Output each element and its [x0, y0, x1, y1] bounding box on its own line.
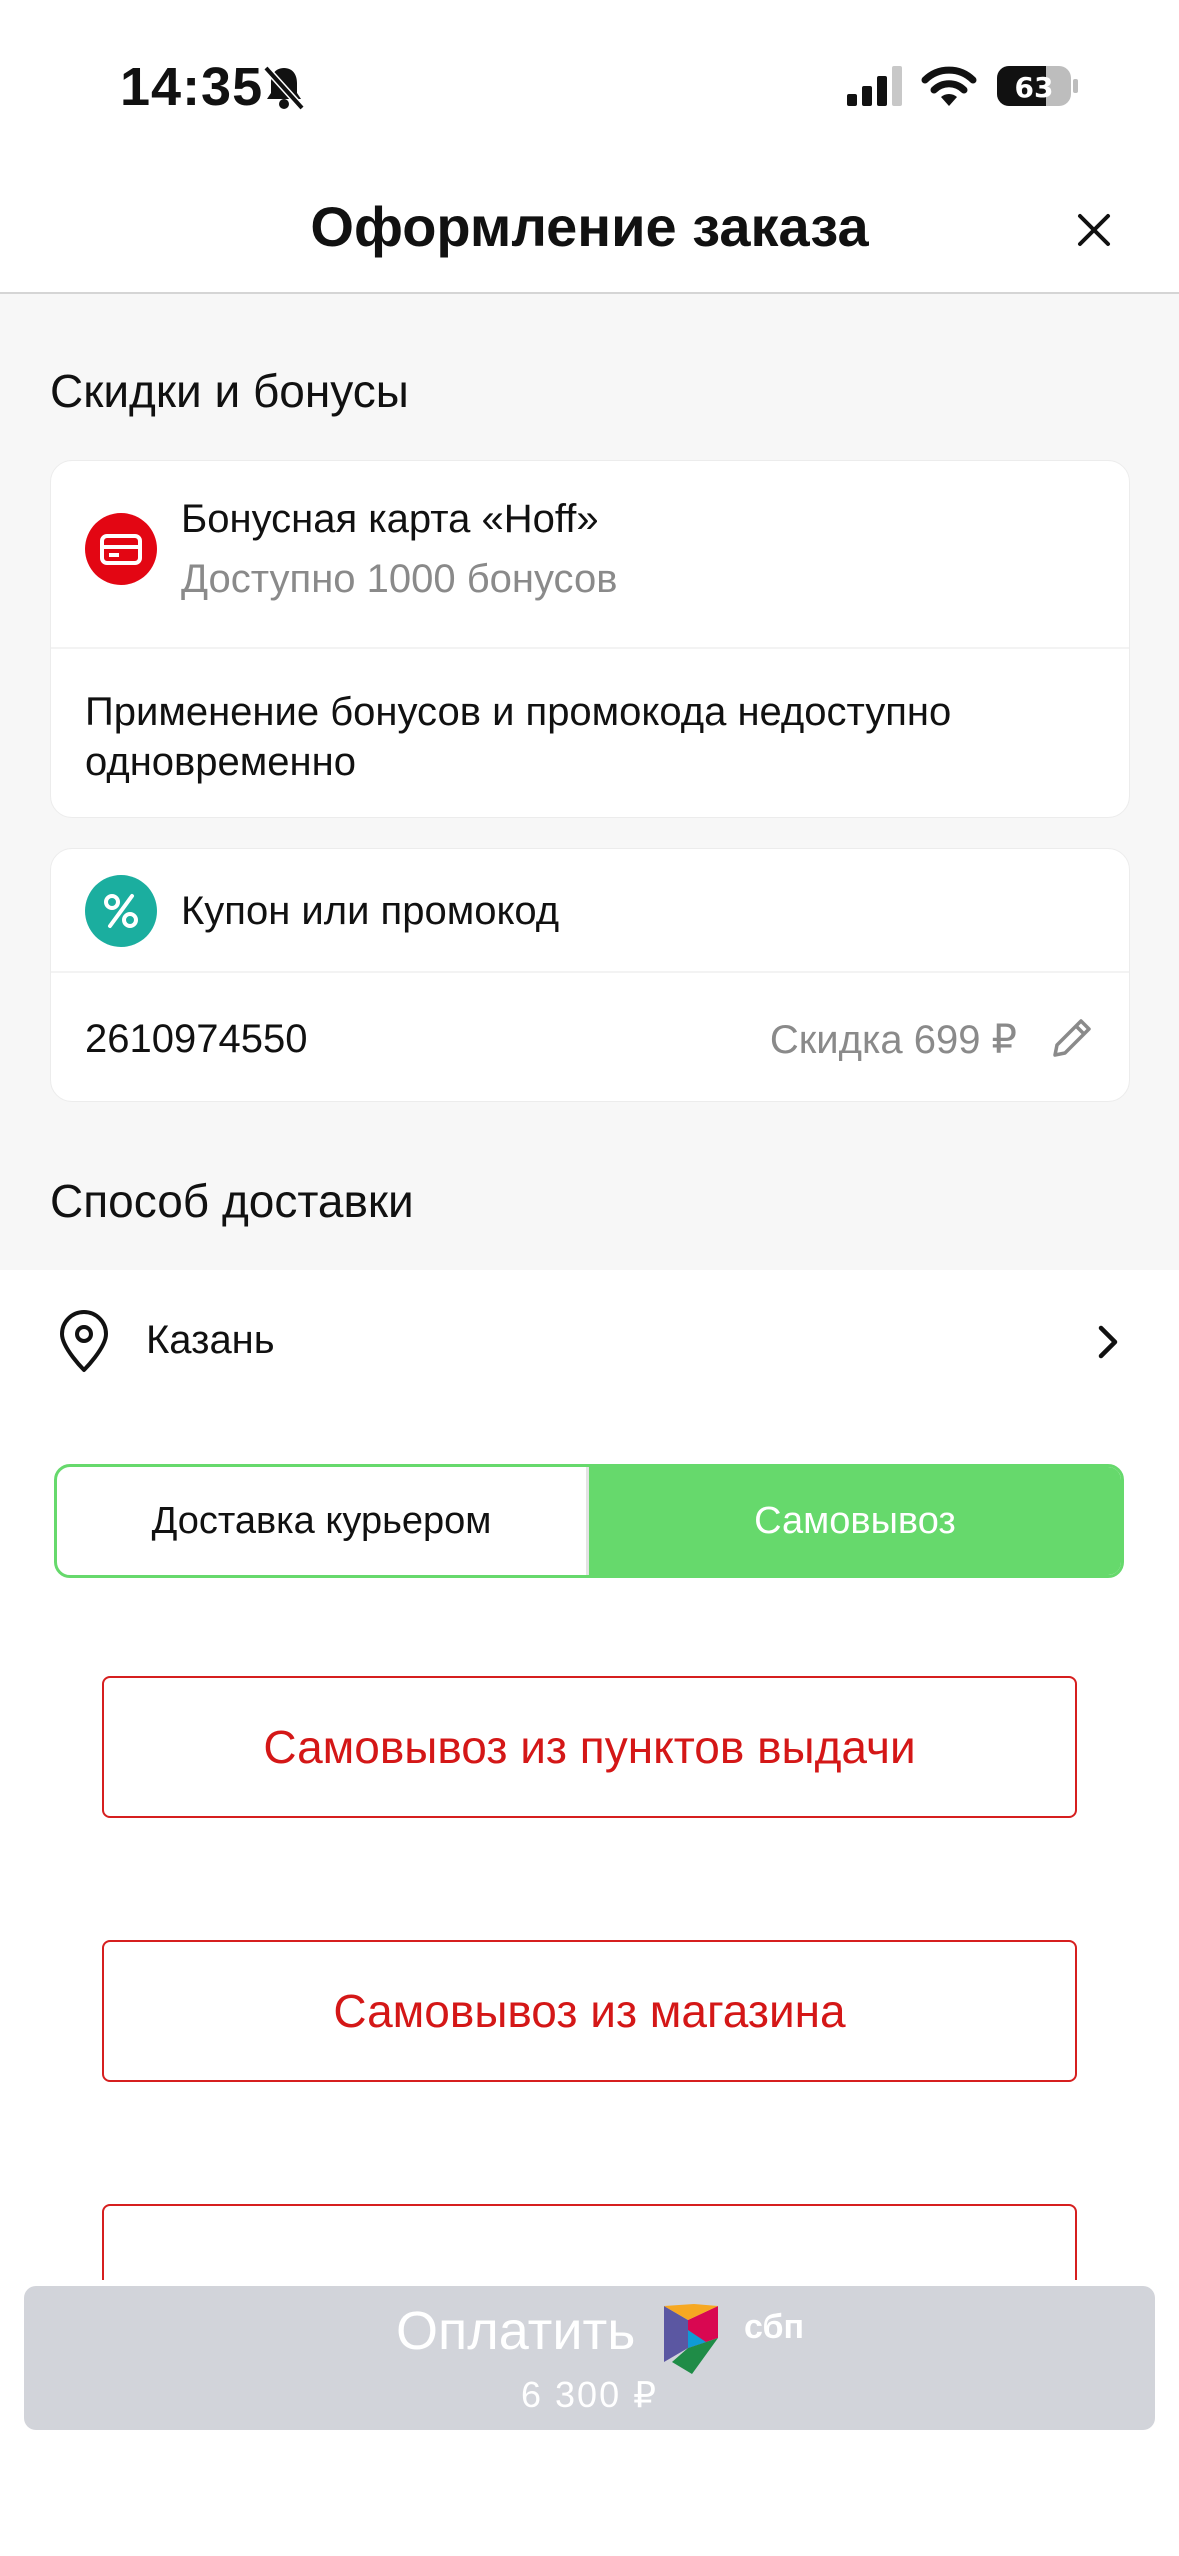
pickup-point-button[interactable]: Самовывоз из пунктов выдачи — [102, 1676, 1077, 1818]
status-bar: 14:35 63 — [0, 0, 1179, 170]
cellular-signal-icon — [847, 66, 902, 106]
pay-amount: 6 300 ₽ — [521, 2374, 658, 2415]
status-time: 14:35 — [120, 57, 264, 117]
sbp-label: сбп — [744, 2308, 804, 2346]
bonus-card-title: Бонусная карта «Hoff» — [181, 497, 599, 541]
divider — [51, 971, 1129, 973]
city-name: Казань — [146, 1318, 275, 1362]
chevron-right-icon — [1098, 1325, 1118, 1359]
coupon-code: 2610974550 — [85, 1017, 308, 1061]
discounts-section-title: Скидки и бонусы — [50, 365, 409, 417]
pay-button[interactable]: Оплатить сбп 6 300 ₽ — [24, 2286, 1155, 2430]
coupon-discount: Скидка 699 ₽ — [769, 1018, 1017, 1062]
battery-level: 63 — [1015, 71, 1054, 104]
edit-pencil-icon[interactable] — [1047, 1011, 1099, 1063]
bonus-card-icon — [85, 513, 157, 585]
tab-courier-delivery[interactable]: Доставка курьером — [57, 1467, 589, 1575]
city-selector[interactable]: Казань — [0, 1270, 1179, 1410]
tab-pickup[interactable]: Самовывоз — [589, 1467, 1121, 1575]
sbp-logo-icon — [664, 2304, 718, 2374]
close-icon[interactable] — [1066, 202, 1122, 258]
divider — [51, 647, 1129, 649]
delivery-section-title: Способ доставки — [50, 1175, 414, 1227]
battery-icon: 63 — [997, 66, 1078, 106]
percent-icon — [85, 875, 157, 947]
page-title: Оформление заказа — [310, 195, 869, 258]
bonus-card-subtitle: Доступно 1000 бонусов — [181, 557, 618, 601]
pickup-option-button[interactable] — [102, 2204, 1077, 2280]
pay-label: Оплатить — [396, 2301, 636, 2361]
coupon-card: Купон или промокод 2610974550 Скидка 699… — [50, 848, 1130, 1102]
bonus-card[interactable]: Бонусная карта «Hoff» Доступно 1000 бону… — [50, 460, 1130, 818]
bell-muted-icon — [263, 65, 305, 110]
header: Оформление заказа — [0, 170, 1179, 294]
discounts-section: Скидки и бонусы Бонусная карта «Hoff» До… — [0, 294, 1179, 1270]
location-pin-icon — [60, 1310, 108, 1372]
bonus-notice: Применение бонусов и промокода недоступн… — [85, 690, 952, 784]
delivery-method-toggle: Доставка курьером Самовывоз — [54, 1464, 1124, 1578]
wifi-icon — [921, 66, 977, 106]
pickup-store-button[interactable]: Самовывоз из магазина — [102, 1940, 1077, 2082]
delivery-section: Казань Доставка курьером Самовывоз Самов… — [0, 1270, 1179, 2280]
coupon-title: Купон или промокод — [181, 889, 560, 933]
